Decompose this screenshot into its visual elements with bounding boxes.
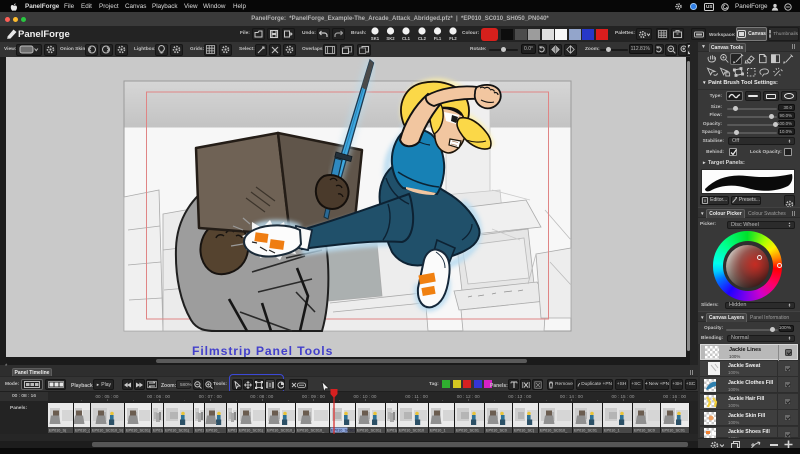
svg-text:EP010_SC01(: EP010_SC01( <box>126 428 151 432</box>
svg-text:EP010_SC010: EP010_SC010 <box>399 428 424 432</box>
svg-text:FL2: FL2 <box>449 36 457 41</box>
svg-text:EP010_SC010_: EP010_SC010_ <box>297 428 325 432</box>
svg-text:EP010_SC0: EP010_SC0 <box>634 428 655 432</box>
svg-text:EP01(: EP01( <box>153 428 164 432</box>
svg-text:SK1: SK1 <box>371 36 380 41</box>
svg-text:EP010_SC01: EP010_SC01 <box>574 428 597 432</box>
svg-text:EP010_SC(: EP010_SC( <box>514 428 535 432</box>
svg-text:EP010_1: EP010_1 <box>604 428 620 432</box>
svg-text:SK2: SK2 <box>386 36 395 41</box>
svg-text:EP010_1: EP010_1 <box>430 428 446 432</box>
svg-text:EP010_: EP010_ <box>206 428 220 432</box>
svg-text:FL1: FL1 <box>434 36 442 41</box>
svg-text:EP010_SC01: EP010_SC01 <box>662 428 685 432</box>
svg-text:EP010_SC01: EP010_SC01 <box>456 428 479 432</box>
svg-text:EP010_SC01(: EP010_SC01( <box>357 428 382 432</box>
svg-text:EP01(: EP01( <box>228 428 238 432</box>
svg-text:EP010_S(: EP010_S( <box>49 428 67 432</box>
svg-text:EP010_SC01(: EP010_SC01( <box>165 428 190 432</box>
svg-text:EP010_SC010_: EP010_SC010_ <box>540 428 568 432</box>
svg-text:EP01(: EP01( <box>387 428 398 432</box>
svg-text:EP010_(: EP010_( <box>75 428 91 432</box>
svg-text:EP010_SC0: EP010_SC0 <box>486 428 507 432</box>
svg-text:EP010_SC010_(: EP010_SC010_( <box>267 428 296 432</box>
svg-text:EP01C: EP01C <box>195 428 205 432</box>
svg-text:EP010_SC010_S(: EP010_SC010_S( <box>92 428 124 432</box>
svg-text:CL1: CL1 <box>402 36 411 41</box>
svg-text:EP010_SC01(: EP010_SC01( <box>239 428 264 432</box>
svg-text:CL2: CL2 <box>418 36 427 41</box>
